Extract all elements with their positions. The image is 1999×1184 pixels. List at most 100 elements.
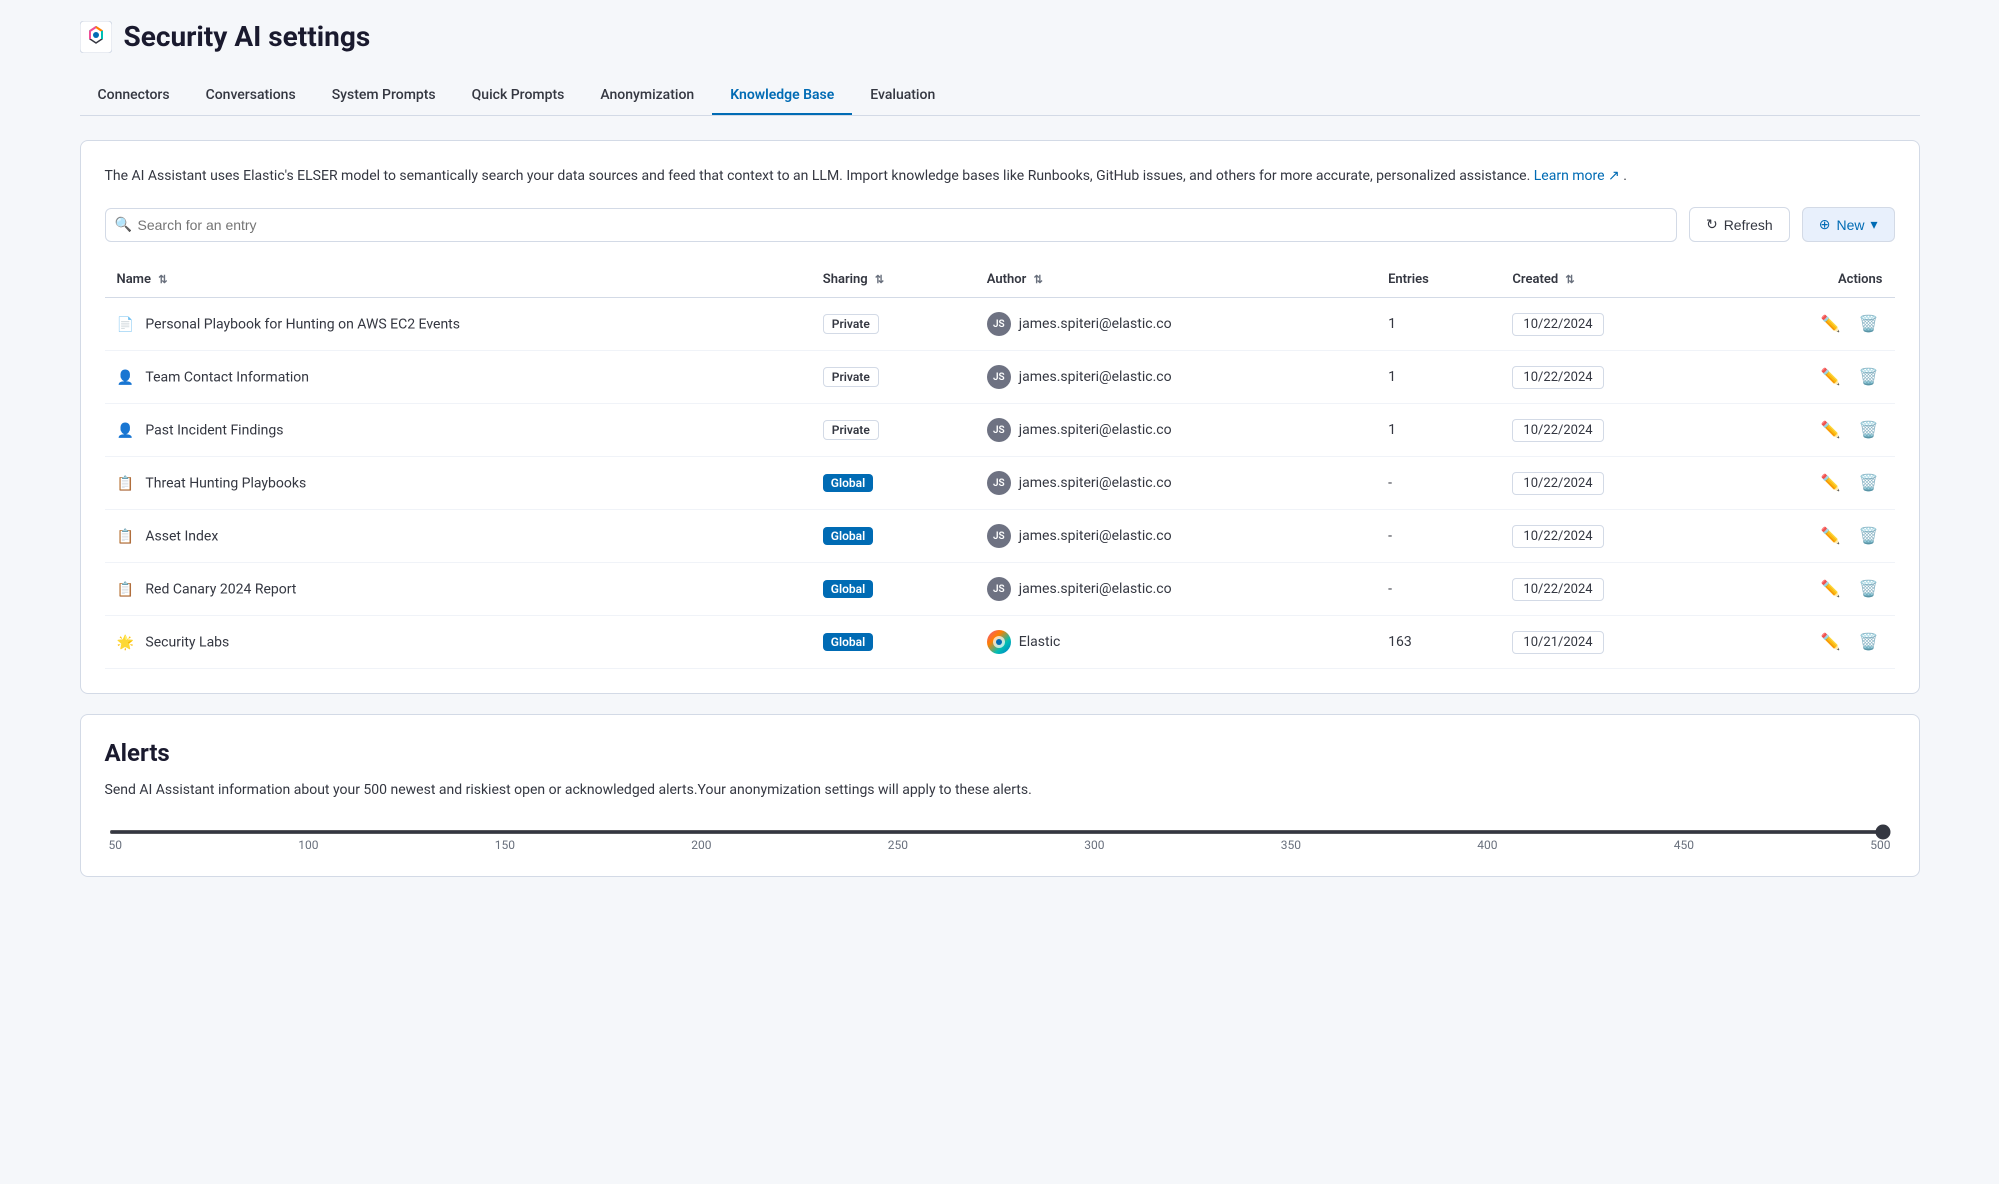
table-row: 👤 Team Contact Information Private JS ja… (105, 351, 1895, 404)
delete-button[interactable]: 🗑️ (1855, 416, 1883, 444)
cell-author: JS james.spiteri@elastic.co (975, 563, 1376, 616)
sharing-badge: Global (823, 580, 873, 598)
entry-name-text: Asset Index (145, 529, 218, 545)
cell-actions: ✏️ 🗑️ (1722, 404, 1895, 457)
cell-sharing: Private (811, 298, 975, 351)
author-name: james.spiteri@elastic.co (1019, 316, 1172, 332)
edit-button: ✏️ (1817, 628, 1845, 656)
cell-name: 📋 Asset Index (105, 510, 811, 563)
tab-quick-prompts[interactable]: Quick Prompts (454, 77, 583, 115)
refresh-button[interactable]: ↻ Refresh (1689, 207, 1790, 242)
cell-name: 👤 Team Contact Information (105, 351, 811, 404)
sort-icon-created[interactable]: ⇅ (1565, 273, 1574, 286)
sharing-badge: Global (823, 633, 873, 651)
cell-author: JS james.spiteri@elastic.co (975, 510, 1376, 563)
entry-type-icon: 📋 (117, 582, 134, 598)
author-avatar: JS (987, 524, 1011, 548)
cell-actions: ✏️ 🗑️ (1722, 510, 1895, 563)
cell-sharing: Private (811, 351, 975, 404)
delete-button[interactable]: 🗑️ (1855, 363, 1883, 391)
sort-icon-sharing[interactable]: ⇅ (875, 273, 884, 286)
cell-sharing: Global (811, 563, 975, 616)
cell-name: 📄 Personal Playbook for Hunting on AWS E… (105, 298, 811, 351)
author-avatar: JS (987, 365, 1011, 389)
author-name: james.spiteri@elastic.co (1019, 422, 1172, 438)
knowledge-base-card: The AI Assistant uses Elastic's ELSER mo… (80, 140, 1920, 694)
delete-button: 🗑️ (1855, 628, 1883, 656)
kb-table: Name ⇅ Sharing ⇅ Author ⇅ Entries (105, 262, 1895, 669)
entry-name-text: Red Canary 2024 Report (145, 582, 296, 598)
alerts-slider[interactable] (109, 830, 1891, 834)
delete-button[interactable]: 🗑️ (1855, 469, 1883, 497)
cell-actions: ✏️ 🗑️ (1722, 563, 1895, 616)
sharing-badge: Global (823, 474, 873, 492)
cell-name: 📋 Red Canary 2024 Report (105, 563, 811, 616)
author-name: james.spiteri@elastic.co (1019, 528, 1172, 544)
author-name: james.spiteri@elastic.co (1019, 581, 1172, 597)
cell-sharing: Private (811, 404, 975, 457)
edit-button[interactable]: ✏️ (1817, 469, 1845, 497)
tab-conversations[interactable]: Conversations (188, 77, 314, 115)
cell-created: 10/22/2024 (1500, 298, 1721, 351)
edit-button[interactable]: ✏️ (1817, 310, 1845, 338)
sharing-badge: Private (823, 367, 879, 387)
delete-button[interactable]: 🗑️ (1855, 522, 1883, 550)
entry-name-text: Security Labs (145, 635, 229, 651)
cell-sharing: Global (811, 510, 975, 563)
delete-button[interactable]: 🗑️ (1855, 575, 1883, 603)
cell-actions: ✏️ 🗑️ (1722, 457, 1895, 510)
edit-button[interactable]: ✏️ (1817, 522, 1845, 550)
tab-knowledge-base[interactable]: Knowledge Base (712, 77, 852, 115)
date-badge: 10/22/2024 (1512, 419, 1603, 442)
date-badge: 10/22/2024 (1512, 472, 1603, 495)
search-container: 🔍 (105, 208, 1677, 242)
date-badge: 10/22/2024 (1512, 313, 1603, 336)
cell-author: JS james.spiteri@elastic.co (975, 457, 1376, 510)
kb-description: The AI Assistant uses Elastic's ELSER mo… (105, 165, 1895, 187)
entry-type-icon: 🌟 (117, 635, 134, 651)
search-icon: 🔍 (115, 217, 132, 233)
kb-toolbar: 🔍 ↻ Refresh ⊕ New ▾ (105, 207, 1895, 242)
author-avatar: JS (987, 471, 1011, 495)
cell-sharing: Global (811, 457, 975, 510)
edit-button[interactable]: ✏️ (1817, 575, 1845, 603)
alerts-card: Alerts Send AI Assistant information abo… (80, 714, 1920, 876)
date-badge: 10/22/2024 (1512, 525, 1603, 548)
new-button[interactable]: ⊕ New ▾ (1802, 207, 1895, 242)
cell-entries: - (1376, 563, 1500, 616)
edit-button[interactable]: ✏️ (1817, 363, 1845, 391)
entry-type-icon: 📋 (117, 529, 134, 545)
search-input[interactable] (105, 208, 1677, 242)
alerts-description: Send AI Assistant information about your… (105, 779, 1895, 801)
page-title: Security AI settings (124, 20, 371, 53)
cell-entries: - (1376, 510, 1500, 563)
cell-actions: ✏️ 🗑️ (1722, 351, 1895, 404)
cell-entries: - (1376, 457, 1500, 510)
tab-anonymization[interactable]: Anonymization (582, 77, 712, 115)
col-created: Created ⇅ (1500, 262, 1721, 298)
sort-icon-name[interactable]: ⇅ (158, 273, 167, 286)
learn-more-link[interactable]: Learn more ↗ (1534, 168, 1624, 184)
entry-name-text: Past Incident Findings (145, 423, 283, 439)
page-header: Security AI settings (80, 20, 1920, 53)
table-row: 📋 Red Canary 2024 Report Global JS james… (105, 563, 1895, 616)
sort-icon-author[interactable]: ⇅ (1034, 273, 1043, 286)
tab-evaluation[interactable]: Evaluation (852, 77, 953, 115)
entry-name-text: Team Contact Information (145, 370, 309, 386)
edit-button[interactable]: ✏️ (1817, 416, 1845, 444)
table-row: 🌟 Security Labs Global Elastic 163 10/21… (105, 616, 1895, 669)
cell-entries: 163 (1376, 616, 1500, 669)
sharing-badge: Private (823, 420, 879, 440)
tab-system-prompts[interactable]: System Prompts (314, 77, 454, 115)
cell-author: Elastic (975, 616, 1376, 669)
date-badge: 10/22/2024 (1512, 366, 1603, 389)
cell-created: 10/21/2024 (1500, 616, 1721, 669)
slider-labels: 50 100 150 200 250 300 350 400 450 500 (109, 838, 1891, 852)
entry-type-icon: 👤 (117, 370, 134, 386)
delete-button[interactable]: 🗑️ (1855, 310, 1883, 338)
alerts-title: Alerts (105, 739, 1895, 767)
sharing-badge: Private (823, 314, 879, 334)
cell-entries: 1 (1376, 351, 1500, 404)
tab-connectors[interactable]: Connectors (80, 77, 188, 115)
cell-name: 📋 Threat Hunting Playbooks (105, 457, 811, 510)
